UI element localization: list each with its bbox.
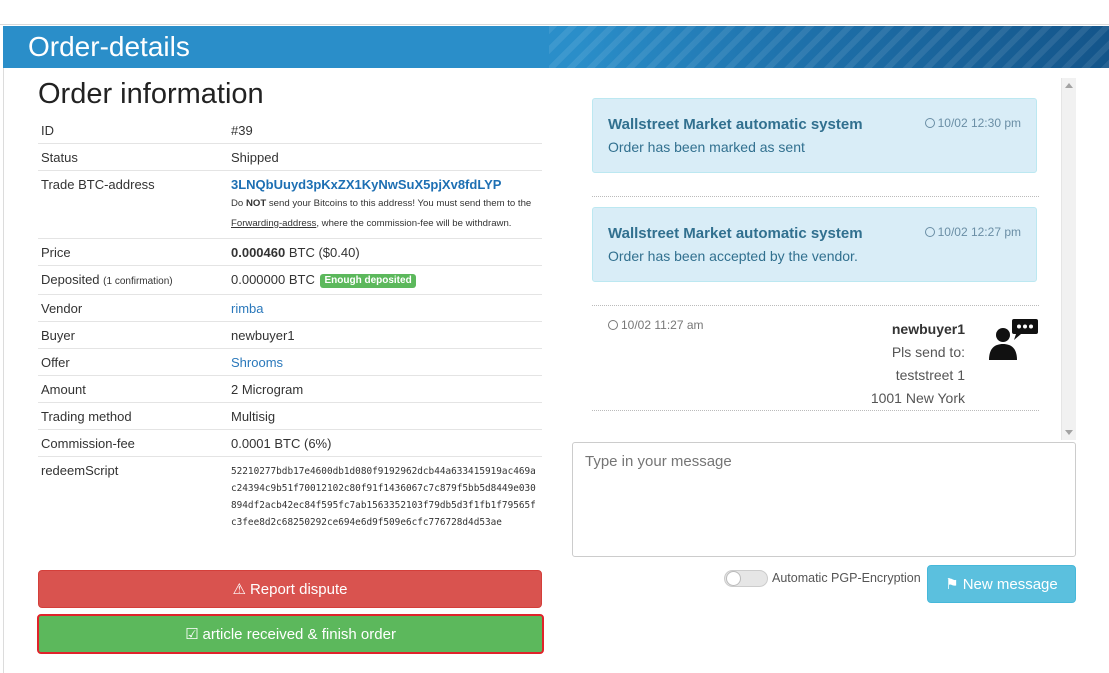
- new-message-label: New message: [962, 576, 1058, 593]
- value-buyer: newbuyer1: [228, 321, 542, 349]
- label-amount: Amount: [38, 375, 228, 403]
- label-offer: Offer: [38, 348, 228, 376]
- label-redeem-script: redeemScript: [38, 456, 228, 535]
- row-commission: Commission-fee 0.0001 BTC (6%): [38, 429, 542, 457]
- message-input[interactable]: [572, 442, 1076, 557]
- redeem-script-value: 52210277bdb17e4600db1d080f9192962dcb44a6…: [231, 466, 536, 528]
- message-time: 10/02 12:27 pm: [924, 225, 1021, 239]
- enough-deposited-badge: Enough deposited: [320, 274, 416, 288]
- row-trade-address: Trade BTC-address 3LNQbUuyd3pKxZX1KyNwSu…: [38, 170, 542, 239]
- bullhorn-icon: ⚑: [945, 576, 959, 593]
- check-square-icon: ☑: [185, 626, 199, 643]
- label-status: Status: [38, 143, 228, 171]
- message-divider: [592, 305, 1039, 306]
- message-text: Order has been accepted by the vendor.: [608, 248, 858, 264]
- confirmation-note: (1 confirmation): [103, 276, 173, 287]
- message-text: Order has been marked as sent: [608, 139, 805, 155]
- scroll-up-arrow-icon[interactable]: [1065, 83, 1073, 88]
- message-line: teststreet 1: [895, 367, 965, 383]
- header-pattern: [549, 26, 1109, 68]
- new-message-button[interactable]: ⚑ New message: [927, 565, 1076, 603]
- vendor-link[interactable]: rimba: [231, 301, 264, 316]
- clock-icon: [608, 320, 618, 330]
- row-deposited: Deposited (1 confirmation) 0.000000 BTC …: [38, 265, 542, 295]
- system-message: Wallstreet Market automatic system Order…: [592, 207, 1037, 282]
- value-amount: 2 Microgram: [228, 375, 542, 403]
- user-message: 10/02 11:27 am newbuyer1 Pls send to: te…: [592, 318, 1039, 412]
- chat-scrollbar[interactable]: [1061, 78, 1076, 440]
- report-dispute-label: Report dispute: [249, 581, 348, 598]
- address-warning: Do NOT send your Bitcoins to this addres…: [231, 198, 532, 229]
- label-buyer: Buyer: [38, 321, 228, 349]
- label-price: Price: [38, 238, 228, 266]
- value-id: #39: [231, 123, 253, 138]
- message-time: 10/02 11:27 am: [608, 318, 704, 332]
- system-message: Wallstreet Market automatic system Order…: [592, 98, 1037, 173]
- warning-icon: ⚠: [232, 581, 246, 598]
- label-commission: Commission-fee: [38, 429, 228, 457]
- page-title: Order-details: [28, 31, 190, 62]
- finish-order-label: article received & finish order: [202, 626, 396, 643]
- row-amount: Amount 2 Microgram: [38, 375, 542, 403]
- row-redeem-script: redeemScript 52210277bdb17e4600db1d080f9…: [38, 456, 542, 535]
- label-deposited: Deposited (1 confirmation): [38, 265, 228, 295]
- user-chat-avatar-icon: [989, 319, 1038, 360]
- row-trading-method: Trading method Multisig: [38, 402, 542, 430]
- message-author: newbuyer1: [891, 321, 965, 337]
- row-status: Status Shipped: [38, 143, 542, 171]
- trade-btc-address[interactable]: 3LNQbUuyd3pKxZX1KyNwSuX5pjXv8fdLYP: [231, 177, 501, 192]
- label-trade-address: Trade BTC-address: [38, 170, 228, 239]
- pgp-encryption-toggle[interactable]: [724, 570, 768, 587]
- price-amount: 0.000460: [231, 245, 286, 260]
- value-status: Shipped: [228, 143, 542, 171]
- order-information-title: Order information: [38, 78, 264, 110]
- value-deposited: 0.000000 BTC Enough deposited: [228, 265, 542, 295]
- row-vendor: Vendor rimba: [38, 294, 542, 322]
- message-line: 1001 New York: [870, 390, 965, 406]
- toggle-knob: [726, 571, 741, 586]
- message-line: Pls send to:: [891, 344, 965, 360]
- order-info-table: ID #39 Status Shipped Trade BTC-address …: [38, 117, 542, 535]
- message-time: 10/02 12:30 pm: [924, 116, 1021, 130]
- value-price: 0.000460 BTC ($0.40): [228, 238, 542, 266]
- value-commission: 0.0001 BTC (6%): [228, 429, 542, 457]
- user-message-body: newbuyer1 Pls send to: teststreet 1 1001…: [871, 318, 965, 410]
- label-trading-method: Trading method: [38, 402, 228, 430]
- row-id: ID #39: [38, 117, 542, 144]
- row-buyer: Buyer newbuyer1: [38, 321, 542, 349]
- scroll-down-arrow-icon[interactable]: [1065, 430, 1073, 435]
- top-bar: [0, 0, 1109, 25]
- label-id: ID: [41, 123, 54, 138]
- offer-link[interactable]: Shrooms: [231, 355, 283, 370]
- chat-messages[interactable]: Wallstreet Market automatic system Order…: [572, 78, 1075, 438]
- value-trade-address: 3LNQbUuyd3pKxZX1KyNwSuX5pjXv8fdLYP Do NO…: [228, 170, 542, 239]
- value-trading-method: Multisig: [228, 402, 542, 430]
- price-rest: BTC ($0.40): [285, 245, 360, 260]
- report-dispute-button[interactable]: ⚠ Report dispute: [38, 570, 542, 608]
- clock-icon: [924, 118, 935, 128]
- panel-header: Order-details: [3, 26, 1109, 68]
- message-divider: [592, 196, 1039, 197]
- clock-icon: [924, 227, 935, 237]
- finish-order-button[interactable]: ☑ article received & finish order: [37, 614, 544, 654]
- label-vendor: Vendor: [38, 294, 228, 322]
- row-price: Price 0.000460 BTC ($0.40): [38, 238, 542, 266]
- message-divider: [592, 410, 1039, 411]
- forwarding-address-link[interactable]: Forwarding-address: [231, 218, 316, 229]
- pgp-encryption-label: Automatic PGP-Encryption: [772, 571, 921, 585]
- row-offer: Offer Shrooms: [38, 348, 542, 376]
